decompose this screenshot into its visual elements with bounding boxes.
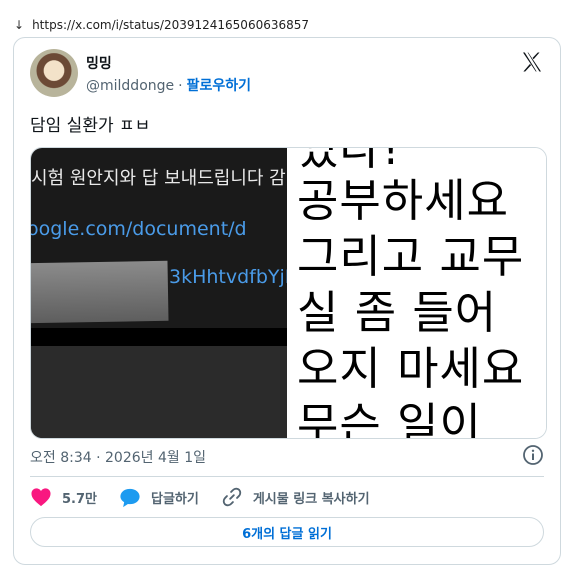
link-icon: [222, 487, 242, 507]
url-bar: ↓ https://x.com/i/status/203912416506063…: [14, 14, 309, 36]
timestamp[interactable]: 오전 8:34 · 2026년 4월 1일: [30, 447, 206, 467]
media-right-line: 었다!: [297, 148, 401, 175]
media-left-bar: [31, 328, 287, 346]
handle[interactable]: @milddonge: [86, 78, 174, 94]
separator: ·: [178, 78, 183, 94]
media-left-link-2: 3kHhtvdfbYjD: [169, 266, 287, 288]
handle-row: @milddonge · 팔로우하기: [86, 75, 251, 95]
info-icon[interactable]: [522, 444, 544, 466]
media-right-line: 그리고 교무: [297, 230, 525, 283]
tweet-card: 밍밍 @milddonge · 팔로우하기 담임 실환가 ㅍㅂ 시험 원안지와 답 …: [13, 37, 561, 565]
display-name[interactable]: 밍밍: [86, 53, 112, 73]
x-logo-icon[interactable]: [520, 50, 544, 74]
media-right-line: 실 좀 들어: [297, 286, 498, 339]
heart-icon: [31, 488, 51, 507]
media-image-left[interactable]: 시험 원안지와 답 보내드립니다 감 oogle.com/document/d …: [31, 148, 287, 438]
tweet-media[interactable]: 시험 원안지와 답 보내드립니다 감 oogle.com/document/d …: [30, 147, 547, 439]
divider: [30, 476, 544, 477]
url-text[interactable]: https://x.com/i/status/20391241650606368…: [32, 18, 309, 32]
media-image-right[interactable]: 었다! 공부하세요 그리고 교무 실 좀 들어 오지 마세요 무슨 일이: [287, 148, 546, 438]
follow-button[interactable]: 팔로우하기: [187, 78, 251, 94]
copy-link-label: 게시물 링크 복사하기: [252, 491, 370, 507]
avatar[interactable]: [30, 49, 78, 97]
copy-link-button[interactable]: 게시물 링크 복사하기: [221, 486, 370, 508]
like-count: 5.7만: [62, 491, 97, 507]
read-replies-button[interactable]: 6개의 답글 읽기: [30, 517, 544, 547]
download-arrow-icon: ↓: [14, 18, 25, 32]
media-left-text: 시험 원안지와 답 보내드립니다 감: [31, 168, 286, 189]
media-right-line: 오지 마세요: [297, 342, 525, 395]
media-right-line: 무슨 일이: [297, 398, 482, 438]
action-bar: 5.7만 답글하기 게시물 링크 복사하기: [30, 485, 392, 509]
media-left-bottom: [31, 346, 287, 438]
media-right-line: 공부하세요: [297, 174, 510, 227]
media-left-link: oogle.com/document/d: [31, 218, 247, 240]
reply-bubble-icon: [120, 488, 140, 507]
reply-label: 답글하기: [151, 491, 199, 507]
redaction-box: [31, 260, 169, 324]
reply-button[interactable]: 답글하기: [119, 487, 199, 508]
tweet-text: 담임 실환가 ㅍㅂ: [30, 116, 151, 136]
like-button[interactable]: 5.7만: [30, 487, 97, 507]
